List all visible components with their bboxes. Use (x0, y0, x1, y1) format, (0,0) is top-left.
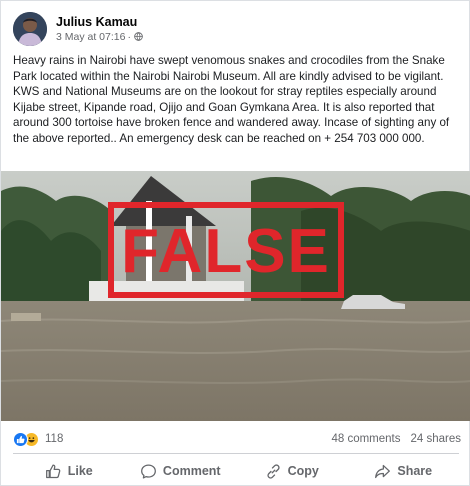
link-icon (267, 463, 280, 479)
comments-count[interactable]: 48 comments (331, 433, 400, 445)
stamp-text: FALSE (121, 217, 331, 286)
shares-count[interactable]: 24 shares (410, 433, 461, 445)
comment-icon (140, 463, 156, 479)
reactions-bar: 118 48 comments 24 shares (13, 429, 461, 449)
divider (13, 453, 459, 454)
share-icon (375, 464, 391, 478)
reaction-count: 118 (45, 433, 64, 445)
thumbs-up-icon (45, 463, 61, 478)
reaction-summary[interactable]: 118 (13, 431, 64, 447)
post-header: Julius Kamau 3 May at 07:16 · (13, 11, 143, 47)
author-name[interactable]: Julius Kamau (56, 15, 143, 30)
copy-button[interactable]: Copy (236, 457, 348, 485)
post-meta: Julius Kamau 3 May at 07:16 · (56, 15, 143, 44)
share-label: Share (397, 464, 433, 478)
post-subline: 3 May at 07:16 · (56, 30, 143, 44)
share-button[interactable]: Share (348, 457, 460, 485)
avatar[interactable] (13, 12, 47, 46)
copy-label: Copy (287, 464, 319, 478)
like-label: Like (67, 464, 93, 478)
action-bar: Like Comment Copy Share (13, 457, 459, 485)
comment-button[interactable]: Comment (125, 457, 237, 485)
false-stamp: FALSE (108, 202, 344, 298)
comment-label: Comment (162, 464, 221, 478)
post-card: Julius Kamau 3 May at 07:16 · Heavy rain… (0, 0, 470, 486)
like-icon (13, 431, 28, 447)
separator-dot: · (127, 30, 131, 43)
globe-icon (134, 32, 143, 41)
post-date[interactable]: 3 May at 07:16 (56, 30, 125, 44)
engagement-counts: 48 comments 24 shares (331, 433, 461, 445)
post-text: Heavy rains in Nairobi have swept venomo… (13, 54, 450, 145)
like-button[interactable]: Like (13, 457, 125, 485)
